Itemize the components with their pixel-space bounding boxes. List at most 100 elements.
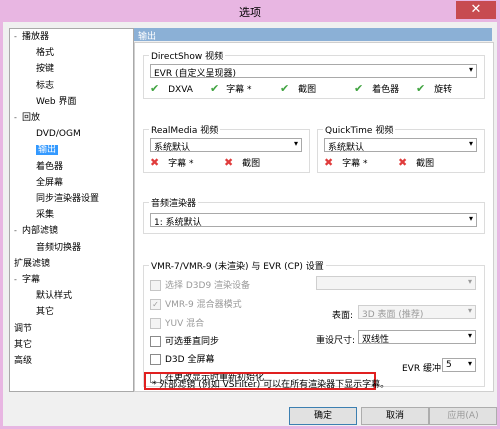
- feature-subtitles: ✔ 字幕 *: [210, 82, 251, 95]
- feature-screenshot: ✖ 截图: [224, 156, 260, 169]
- quicktime-renderer-select[interactable]: 系统默认 ▾: [324, 138, 477, 153]
- realmedia-label: RealMedia 视频: [149, 123, 221, 136]
- audio-renderer-select[interactable]: 1: 系统默认 ▾: [150, 213, 477, 228]
- feature-screenshot: ✔ 截图: [280, 82, 316, 95]
- realmedia-renderer-select[interactable]: 系统默认 ▾: [150, 138, 302, 153]
- cancel-button[interactable]: 取消: [361, 407, 429, 425]
- tree-item[interactable]: 高级: [14, 355, 32, 367]
- d3d-fullscreen-checkbox[interactable]: D3D 全屏幕: [150, 352, 214, 365]
- feature-label: 旋转: [434, 85, 453, 95]
- tree-item[interactable]: 同步渲染器设置: [36, 193, 99, 205]
- chevron-down-icon: ▾: [467, 306, 472, 315]
- tree-item[interactable]: 调节: [14, 323, 32, 335]
- check-icon: ✔: [354, 82, 364, 95]
- checkbox-label: YUV 混合: [165, 319, 205, 329]
- tree-item[interactable]: 音频切换器: [36, 242, 81, 254]
- check-icon: ✔: [280, 82, 290, 95]
- audio-renderer-group: 音频渲染器 1: 系统默认 ▾: [143, 196, 485, 234]
- feature-label: 截图: [242, 159, 261, 169]
- tree-item-label: 其它: [14, 339, 33, 350]
- tree-item[interactable]: 格式: [36, 47, 54, 59]
- tree-item[interactable]: - 内部滤镜: [14, 225, 58, 237]
- feature-subtitles: ✖ 字幕 *: [150, 156, 193, 169]
- tree-item[interactable]: Web 界面: [36, 96, 76, 108]
- resize-select[interactable]: 双线性 ▾: [358, 330, 476, 345]
- tree-item-label: 内部滤镜: [22, 226, 59, 237]
- directshow-label: DirectShow 视频: [149, 49, 226, 62]
- section-header: 输出: [134, 28, 492, 42]
- tree-item[interactable]: 其它: [14, 339, 32, 351]
- tree-item-label: 播放器: [22, 32, 50, 42]
- tree-item-label: 输出: [36, 145, 59, 156]
- tree-item[interactable]: 按键: [36, 63, 54, 75]
- quicktime-group: QuickTime 视频 系统默认 ▾ ✖ 字幕 * ✖ 截图: [317, 123, 485, 173]
- tree-item[interactable]: 着色器: [36, 161, 63, 173]
- tree-item-label: 按键: [36, 64, 55, 75]
- feature-label: 字幕 *: [168, 159, 194, 169]
- feature-dxva: ✔ DXVA: [150, 82, 193, 95]
- quicktime-renderer-value: 系统默认: [328, 143, 365, 153]
- directshow-renderer-select[interactable]: EVR (自定义呈现器) ▾: [150, 64, 477, 79]
- tree-item-label: 回放: [22, 113, 41, 123]
- apply-button[interactable]: 应用(A): [429, 407, 497, 425]
- tree-item[interactable]: 默认样式: [36, 290, 72, 302]
- vsync-checkbox[interactable]: 可选垂直同步: [150, 334, 219, 347]
- resize-value: 双线性: [362, 335, 390, 345]
- feature-rotate: ✔ 旋转: [416, 82, 452, 95]
- audio-renderer-label: 音频渲染器: [149, 196, 199, 209]
- resize-label: 重设尺寸:: [316, 336, 356, 346]
- section-title: 输出: [138, 32, 157, 42]
- ok-button[interactable]: 确定: [289, 407, 357, 425]
- quicktime-label: QuickTime 视频: [323, 123, 396, 136]
- evr-buffer-label: EVR 缓冲:: [402, 364, 444, 374]
- checkbox-label: VMR-9 混合器模式: [165, 300, 242, 310]
- checkbox-label: D3D 全屏幕: [165, 355, 215, 365]
- tree-expander-icon[interactable]: -: [14, 225, 22, 237]
- tree-item[interactable]: 其它: [36, 306, 54, 318]
- directshow-group: DirectShow 视频 EVR (自定义呈现器) ▾ ✔ DXVA ✔ 字幕…: [143, 49, 485, 99]
- subtitle-note: * 外部滤镜 (例如 VSFilter) 可以在所有渲染器下显示字幕。: [144, 372, 389, 390]
- tree-item-label: 全屏幕: [36, 177, 64, 188]
- d3d9-device-select[interactable]: ▾: [316, 276, 476, 290]
- chevron-down-icon: ▾: [468, 139, 473, 148]
- dialog-body: - 播放器 格式 按键 标志 Web 界面 - 回放 DVD/OGM 输出 着色器 全屏幕 同步渲染器设…: [3, 22, 497, 426]
- close-button[interactable]: ✕: [456, 1, 496, 19]
- vmr9-mixer-checkbox[interactable]: ✓ VMR-9 混合器模式: [150, 297, 242, 310]
- checkbox-box: [150, 280, 161, 291]
- tree-item[interactable]: 采集: [36, 209, 54, 221]
- tree-item[interactable]: 输出: [36, 144, 59, 156]
- check-icon: ✔: [150, 82, 160, 95]
- evr-buffer-select[interactable]: 5 ▾: [442, 358, 476, 372]
- tree-item-label: 着色器: [36, 161, 64, 172]
- tree-item-label: Web 界面: [36, 96, 77, 107]
- surface-select[interactable]: 3D 表面 (推荐) ▾: [358, 305, 476, 320]
- tree-item[interactable]: - 回放: [14, 112, 40, 124]
- cross-icon: ✖: [398, 156, 408, 169]
- cross-icon: ✖: [224, 156, 234, 169]
- tree-item-label: DVD/OGM: [36, 129, 81, 140]
- tree-item[interactable]: - 字幕: [14, 274, 40, 286]
- tree-item[interactable]: 标志: [36, 80, 54, 92]
- tree-item[interactable]: DVD/OGM: [36, 128, 81, 140]
- tree-item-label: 音频切换器: [36, 242, 82, 253]
- tree-item[interactable]: - 播放器: [14, 31, 49, 43]
- check-icon: ✔: [210, 82, 220, 95]
- feature-subtitles: ✖ 字幕 *: [324, 156, 367, 169]
- tree-expander-icon[interactable]: -: [14, 31, 22, 43]
- audio-renderer-value: 1: 系统默认: [154, 218, 202, 228]
- realmedia-group: RealMedia 视频 系统默认 ▾ ✖ 字幕 * ✖ 截图: [143, 123, 310, 173]
- yuv-mix-checkbox[interactable]: YUV 混合: [150, 316, 204, 329]
- window-title: 选项: [239, 6, 261, 19]
- tree-item-label: 采集: [36, 210, 55, 221]
- d3d9-device-checkbox[interactable]: 选择 D3D9 渲染设备: [150, 278, 250, 291]
- vmr-settings-label: VMR-7/VMR-9 (未渲染) 与 EVR (CP) 设置: [149, 259, 326, 272]
- tree-item[interactable]: 全屏幕: [36, 177, 63, 189]
- title-bar: 选项 ✕: [0, 0, 500, 22]
- tree-expander-icon[interactable]: -: [14, 274, 22, 286]
- tree-item-label: 字幕: [22, 275, 41, 285]
- tree-expander-icon[interactable]: -: [14, 112, 22, 124]
- tree-item-label: 其它: [36, 307, 55, 318]
- options-tree[interactable]: - 播放器 格式 按键 标志 Web 界面 - 回放 DVD/OGM 输出 着色器 全屏幕 同步渲染器设…: [9, 28, 134, 392]
- tree-item[interactable]: 扩展滤镜: [14, 258, 50, 270]
- surface-label: 表面:: [332, 311, 354, 321]
